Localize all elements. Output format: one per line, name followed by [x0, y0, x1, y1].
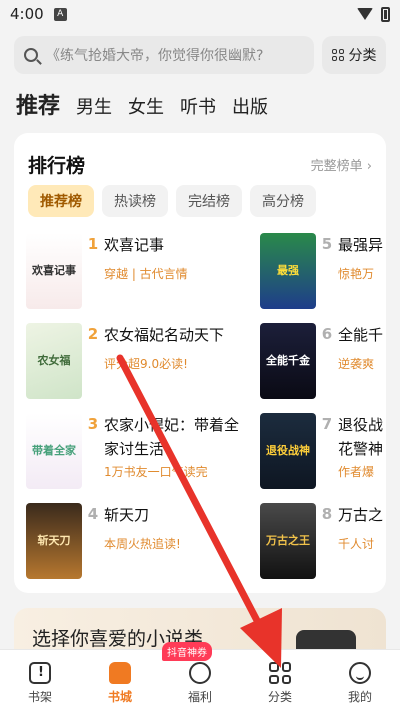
book-item[interactable]: 最强 5 最强异 惊艳万	[260, 233, 388, 309]
chip-score[interactable]: 高分榜	[250, 185, 316, 217]
book-item[interactable]: 欢喜记事 1 欢喜记事 穿越 | 古代言情	[26, 233, 244, 309]
ranking-card: 排行榜 完整榜单 › 推荐榜 热读榜 完结榜 高分榜 欢喜记事 1 欢喜记事 穿…	[14, 133, 386, 593]
book-title: 全能千	[338, 326, 384, 344]
nav-bookshelf[interactable]: 书架	[0, 650, 80, 711]
book-tag: 1万书友一口气读完	[104, 465, 208, 479]
book-rank: 7	[321, 415, 333, 433]
book-tag: 评分超9.0必读!	[104, 357, 188, 371]
book-tag: 本周火热追读!	[104, 537, 181, 551]
tab-audio[interactable]: 听书	[180, 93, 216, 119]
book-tag: 惊艳万	[338, 267, 375, 281]
book-title: 农家小悍妃：带着全家讨生活	[104, 416, 240, 458]
book-tag: 穿越 | 古代言情	[104, 267, 188, 281]
nav-label: 我的	[347, 690, 372, 704]
clock: 4:00	[10, 5, 44, 23]
ranking-title: 排行榜	[28, 155, 86, 177]
full-ranking-link[interactable]: 完整榜单 ›	[311, 155, 372, 174]
book-cover: 万古之王	[260, 503, 316, 579]
book-title: 斩天刀	[104, 506, 150, 524]
book-rank: 3	[87, 415, 99, 433]
nav-welfare[interactable]: 抖音神券 福利	[160, 642, 240, 711]
grid-icon	[331, 49, 344, 61]
book-rank: 1	[87, 235, 99, 253]
book-cover: 最强	[260, 233, 316, 309]
nav-bookstore[interactable]: 书城	[80, 650, 160, 711]
book-tag: 逆袭爽	[338, 357, 375, 371]
search-placeholder: 《练气抢婚大帝，你觉得你很幽默?	[46, 48, 264, 64]
tab-female[interactable]: 女生	[128, 93, 164, 119]
nav-label: 书城	[107, 690, 132, 704]
chip-hot[interactable]: 热读榜	[102, 185, 168, 217]
bookstore-icon	[109, 662, 131, 684]
nav-label: 福利	[187, 690, 212, 704]
ranking-chips: 推荐榜 热读榜 完结榜 高分榜	[28, 185, 316, 217]
book-title: 万古之	[338, 506, 384, 524]
tab-publish[interactable]: 出版	[232, 93, 268, 119]
book-cover: 欢喜记事	[26, 233, 82, 309]
bottom-nav: 书架 书城 抖音神券 福利 分类 我的	[0, 642, 400, 711]
book-title: 农女福妃名动天下	[104, 326, 225, 344]
notification-icon: A	[53, 7, 67, 21]
book-item[interactable]: 万古之王 8 万古之 千人讨	[260, 503, 388, 579]
book-rank: 2	[87, 325, 99, 343]
book-item[interactable]: 退役战神 7 退役战花警神 作者爆	[260, 413, 388, 489]
search-input[interactable]: 《练气抢婚大帝，你觉得你很幽默?	[14, 36, 314, 74]
book-cover: 退役战神	[260, 413, 316, 489]
book-item[interactable]: 斩天刀 4 斩天刀 本周火热追读!	[26, 503, 244, 579]
book-item[interactable]: 农女福 2 农女福妃名动天下 评分超9.0必读!	[26, 323, 254, 399]
profile-icon	[349, 662, 371, 684]
battery-icon	[381, 6, 390, 22]
chip-recommend[interactable]: 推荐榜	[28, 185, 94, 217]
search-row: 《练气抢婚大帝，你觉得你很幽默? 分类	[14, 36, 386, 74]
book-title: 欢喜记事	[104, 236, 165, 254]
chip-finished[interactable]: 完结榜	[176, 185, 242, 217]
coin-icon	[189, 662, 211, 684]
book-tag: 千人讨	[338, 537, 375, 551]
category-grid-icon	[269, 662, 291, 684]
book-rank: 4	[87, 505, 99, 523]
book-cover: 全能千金	[260, 323, 316, 399]
book-title: 退役战花警神	[338, 416, 384, 458]
book-rank: 6	[321, 325, 333, 343]
coupon-badge: 抖音神券	[162, 642, 212, 661]
status-bar: 4:00 A	[0, 0, 400, 28]
category-button-label: 分类	[348, 48, 377, 64]
book-cover: 农女福	[26, 323, 82, 399]
bookshelf-icon	[29, 662, 51, 684]
nav-profile[interactable]: 我的	[320, 650, 400, 711]
book-rank: 8	[321, 505, 333, 523]
book-cover: 带着全家	[26, 413, 82, 489]
wifi-icon	[357, 8, 373, 20]
tab-recommend[interactable]: 推荐	[16, 88, 60, 120]
channel-tabs: 推荐 男生 女生 听书 出版	[16, 88, 268, 120]
nav-category[interactable]: 分类	[240, 650, 320, 711]
nav-label: 书架	[27, 690, 52, 704]
book-tag: 作者爆	[338, 465, 375, 479]
book-item[interactable]: 带着全家 3 农家小悍妃：带着全家讨生活 1万书友一口气读完	[26, 413, 244, 489]
tab-male[interactable]: 男生	[76, 93, 112, 119]
book-cover: 斩天刀	[26, 503, 82, 579]
book-rank: 5	[321, 235, 333, 253]
nav-label: 分类	[267, 690, 292, 704]
category-button[interactable]: 分类	[322, 36, 386, 74]
search-icon	[24, 48, 38, 62]
book-item[interactable]: 全能千金 6 全能千 逆袭爽	[260, 323, 388, 399]
book-title: 最强异	[338, 236, 384, 254]
